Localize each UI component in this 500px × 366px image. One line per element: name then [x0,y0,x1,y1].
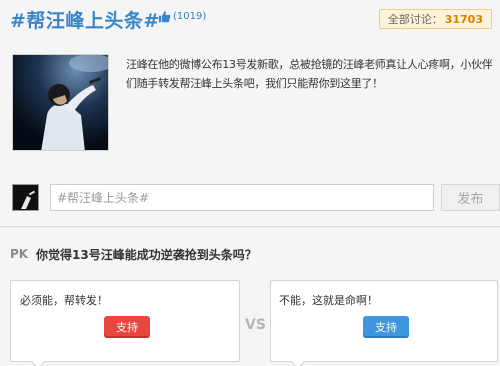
like-count: (1019) [173,11,207,22]
publish-button[interactable]: 发布 [441,184,500,211]
pk-tag: PK [10,247,29,261]
thumbs-up-icon [158,11,171,23]
option-right-notch [290,354,306,366]
user-avatar[interactable] [12,184,39,211]
total-discussions-label: 全部讨论： [387,13,443,26]
pk-option-right-text: 不能，这就是命啊！ [279,294,378,307]
pk-section: PK 你觉得13号汪峰能成功逆袭抢到头条吗？ 必须能，帮转发！ 支持 VS 不能… [0,228,500,366]
support-left-button[interactable]: 支持 [104,316,150,338]
total-discussions-badge[interactable]: 全部讨论： 31703 [378,9,492,29]
vs-label: VS [245,317,266,333]
pk-option-right: 不能，这就是命啊！ 支持 [270,280,498,366]
topic-title[interactable]: #帮汪峰上头条# [10,6,160,33]
singer-photo [13,55,108,150]
topic-card: #帮汪峰上头条# (1019) 全部讨论： 31703 汪峰在他的微博公布13号… [0,0,500,227]
pk-question: 你觉得13号汪峰能成功逆袭抢到头条吗？ [36,248,257,262]
user-avatar-image [13,185,38,210]
total-discussions-count: 31703 [444,12,483,26]
topic-description: 汪峰在他的微博公布13号发新歌，总被抢镜的汪峰老师真让人心疼啊，小伙伴们随手转发… [126,58,493,90]
option-left-notch [30,354,46,366]
pk-option-left: 必须能，帮转发！ 支持 [10,280,240,366]
like-button[interactable]: (1019) [158,10,206,23]
cover-image[interactable] [12,54,109,151]
pk-option-left-text: 必须能，帮转发！ [20,294,108,307]
comment-input[interactable] [50,184,434,211]
support-right-button[interactable]: 支持 [363,316,409,338]
